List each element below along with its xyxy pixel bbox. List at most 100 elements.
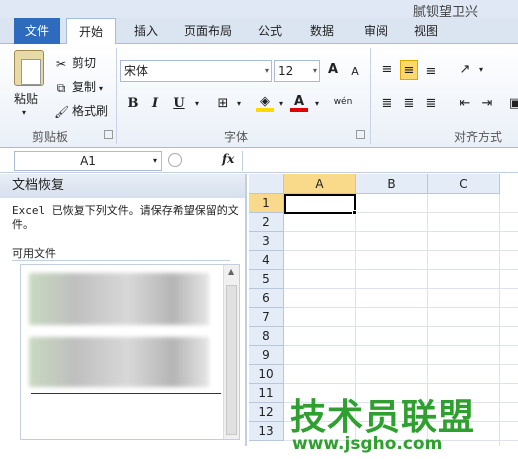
chevron-down-icon: ▾ — [312, 66, 317, 75]
phonetic-button[interactable]: wén — [330, 92, 356, 112]
insert-function-icon[interactable]: fx — [222, 152, 234, 166]
italic-button[interactable]: I — [146, 94, 164, 114]
row-header-8[interactable]: 8 — [249, 327, 284, 346]
cut-button[interactable]: ✂ 剪切 — [54, 54, 96, 71]
watermark-logo-text: 技术员联盟 — [290, 397, 476, 438]
align-left-icon[interactable]: ≣ — [378, 94, 396, 114]
underline-button[interactable]: U — [170, 94, 188, 114]
row-header-6[interactable]: 6 — [249, 289, 284, 308]
font-color-button[interactable]: A — [290, 92, 308, 112]
available-files-label: 可用文件 — [12, 247, 56, 260]
tab-home[interactable]: 开始 — [66, 18, 116, 45]
column-header-a[interactable]: A — [284, 174, 356, 194]
recovered-file-item-blurred[interactable] — [29, 273, 209, 325]
font-name-value: 宋体 — [124, 64, 149, 78]
underline-dropdown-icon[interactable]: ▾ — [188, 94, 206, 114]
row-header-13[interactable]: 13 — [249, 422, 284, 441]
formula-bar: A1 ▾ fx — [0, 149, 518, 173]
tab-page-layout[interactable]: 页面布局 — [180, 18, 236, 44]
row-header-2[interactable]: 2 — [249, 213, 284, 232]
name-box-value: A1 — [80, 154, 96, 168]
grid-line — [284, 345, 518, 346]
borders-dropdown-icon[interactable]: ▾ — [230, 94, 248, 114]
paste-button[interactable]: 粘贴 — [14, 90, 38, 107]
orientation-dropdown-icon[interactable]: ▾ — [472, 60, 490, 80]
tab-view[interactable]: 视图 — [410, 18, 442, 44]
row-header-9[interactable]: 9 — [249, 346, 284, 365]
grid-line — [284, 364, 518, 365]
grid-line — [284, 250, 518, 251]
format-painter-button[interactable]: 🖌 格式刷 — [54, 102, 108, 119]
tab-formulas[interactable]: 公式 — [254, 18, 286, 44]
decrease-indent-icon[interactable]: ⇤ — [456, 94, 474, 114]
fill-color-dropdown-icon[interactable]: ▾ — [272, 94, 290, 114]
font-size-value: 12 — [278, 64, 294, 78]
alignment-group-label: 对齐方式 — [454, 130, 503, 144]
formula-input[interactable] — [242, 151, 518, 171]
document-recovery-pane: 文档恢复 Excel 已恢复下列文件。请保存希望保留的文件。 可用文件 ▲ — [0, 174, 247, 446]
row-header-4[interactable]: 4 — [249, 251, 284, 270]
paste-icon[interactable] — [14, 50, 44, 86]
formula-bar-grip-icon[interactable] — [168, 153, 182, 167]
recovered-files-list[interactable]: ▲ — [20, 264, 240, 440]
copy-dropdown-icon[interactable]: ▾ — [99, 84, 103, 93]
font-size-select[interactable]: 12 ▾ — [274, 60, 320, 82]
grow-font-button[interactable]: A — [324, 60, 342, 80]
grid-line — [284, 231, 518, 232]
watermark-url: www.jsgho.com — [292, 434, 443, 454]
align-bottom-icon[interactable]: ≡ — [422, 62, 440, 82]
row-header-12[interactable]: 12 — [249, 403, 284, 422]
ribbon-tabs: 文件 开始 插入 页面布局 公式 数据 审阅 视图 — [0, 18, 518, 45]
name-box[interactable]: A1 ▾ — [14, 151, 162, 171]
recovered-file-item-blurred[interactable] — [29, 337, 209, 387]
paste-dropdown-icon[interactable]: ▾ — [22, 108, 26, 117]
merge-icon[interactable]: ▣ — [506, 94, 518, 114]
grid-line — [284, 288, 518, 289]
grid-line — [284, 307, 518, 308]
tab-insert[interactable]: 插入 — [128, 18, 164, 44]
column-header-c[interactable]: C — [428, 174, 500, 194]
scrollbar-thumb[interactable] — [226, 285, 237, 435]
select-all-corner[interactable] — [249, 174, 284, 194]
row-header-1[interactable]: 1 — [249, 194, 284, 213]
align-center-icon[interactable]: ≣ — [400, 94, 418, 114]
chevron-down-icon: ▾ — [152, 156, 157, 165]
grid-line — [284, 383, 518, 384]
chevron-down-icon: ▾ — [264, 66, 269, 75]
clipboard-launcher-icon[interactable] — [104, 130, 113, 139]
recovery-pane-title: 文档恢复 — [0, 174, 245, 198]
format-painter-label: 格式刷 — [72, 104, 109, 118]
fill-handle[interactable] — [352, 210, 357, 215]
active-cell-a1[interactable] — [284, 194, 356, 214]
scroll-up-icon[interactable]: ▲ — [228, 267, 234, 276]
font-launcher-icon[interactable] — [356, 130, 365, 139]
cut-label: 剪切 — [72, 56, 97, 70]
increase-indent-icon[interactable]: ⇥ — [478, 94, 496, 114]
brush-icon: 🖌 — [54, 104, 70, 119]
bold-button[interactable]: B — [124, 94, 142, 114]
row-header-7[interactable]: 7 — [249, 308, 284, 327]
align-top-icon[interactable]: ≡ — [378, 60, 396, 80]
font-name-select[interactable]: 宋体 ▾ — [120, 60, 272, 82]
column-header-b[interactable]: B — [356, 174, 428, 194]
row-header-3[interactable]: 3 — [249, 232, 284, 251]
shrink-font-button[interactable]: A — [346, 62, 364, 82]
recovery-message: Excel 已恢复下列文件。请保存希望保留的文件。 — [12, 204, 239, 231]
grid-line — [284, 269, 518, 270]
divider — [12, 260, 230, 261]
row-header-5[interactable]: 5 — [249, 270, 284, 289]
align-middle-icon[interactable]: ≡ — [400, 60, 418, 80]
vertical-scrollbar[interactable]: ▲ — [223, 265, 239, 439]
tab-data[interactable]: 数据 — [306, 18, 338, 44]
tab-file[interactable]: 文件 — [14, 18, 60, 44]
grid-line — [284, 326, 518, 327]
tab-review[interactable]: 审阅 — [360, 18, 392, 44]
clipboard-group-label: 剪贴板 — [32, 130, 69, 144]
font-color-dropdown-icon[interactable]: ▾ — [308, 94, 326, 114]
copy-button[interactable]: ⧉ 复制 ▾ — [54, 78, 103, 95]
copy-icon: ⧉ — [56, 80, 66, 95]
row-header-11[interactable]: 11 — [249, 384, 284, 403]
row-header-10[interactable]: 10 — [249, 365, 284, 384]
align-right-icon[interactable]: ≣ — [422, 94, 440, 114]
scissors-icon: ✂ — [55, 56, 67, 71]
